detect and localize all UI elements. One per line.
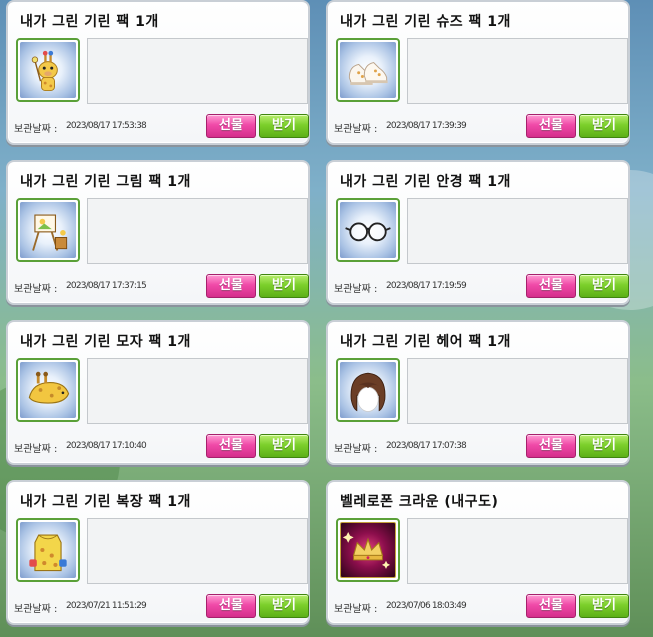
storage-date-value: 2023/08/17 17:19:59 xyxy=(386,281,467,291)
glasses-icon xyxy=(340,202,396,258)
storage-date-label: 보관날짜 : xyxy=(334,124,378,135)
storage-item-card: 내가 그린 기린 복장 팩 1개 보관날짜 : 2023/07/21 11:51… xyxy=(6,480,310,625)
storage-item-card: 내가 그린 기린 그림 팩 1개 보관날짜 : 2023/08/17 17:37… xyxy=(6,160,310,305)
easel-painting-icon xyxy=(20,202,76,258)
item-description-box xyxy=(407,198,628,264)
crown-icon xyxy=(340,522,396,578)
item-slot[interactable] xyxy=(16,518,80,582)
shoes-icon xyxy=(340,42,396,98)
storage-date-label: 보관날짜 : xyxy=(334,444,378,455)
storage-date-value: 2023/08/17 17:39:39 xyxy=(386,121,467,131)
item-description-box xyxy=(407,518,628,584)
receive-button[interactable]: 받기 xyxy=(259,434,309,458)
storage-item-card: 내가 그린 기린 팩 1개 보관날짜 : 2023/08/17 17:53:38… xyxy=(6,0,310,145)
giraffe-hat-icon xyxy=(20,362,76,418)
gift-button[interactable]: 선물 xyxy=(526,434,576,458)
item-slot[interactable] xyxy=(336,38,400,102)
item-title: 내가 그린 기린 모자 팩 1개 xyxy=(20,334,191,350)
gift-button[interactable]: 선물 xyxy=(526,274,576,298)
item-title: 내가 그린 기린 복장 팩 1개 xyxy=(20,494,191,510)
storage-date-value: 2023/08/17 17:10:40 xyxy=(66,441,147,451)
storage-item-card: 내가 그린 기린 헤어 팩 1개 보관날짜 : 2023/08/17 17:07… xyxy=(326,320,630,465)
item-description-box xyxy=(407,38,628,104)
gift-button[interactable]: 선물 xyxy=(206,594,256,618)
storage-date-label: 보관날짜 : xyxy=(14,284,58,295)
item-title: 내가 그린 기린 안경 팩 1개 xyxy=(340,174,511,190)
storage-date-label: 보관날짜 : xyxy=(14,604,58,615)
storage-date-label: 보관날짜 : xyxy=(14,124,58,135)
item-title: 내가 그린 기린 슈즈 팩 1개 xyxy=(340,14,511,30)
storage-date-label: 보관날짜 : xyxy=(334,604,378,615)
storage-date-value: 2023/07/21 11:51:29 xyxy=(66,601,147,611)
item-slot[interactable] xyxy=(336,518,400,582)
gift-button[interactable]: 선물 xyxy=(526,114,576,138)
brown-hair-icon xyxy=(340,362,396,418)
item-slot[interactable] xyxy=(16,38,80,102)
storage-date-label: 보관날짜 : xyxy=(334,284,378,295)
item-title: 내가 그린 기린 헤어 팩 1개 xyxy=(340,334,511,350)
item-slot[interactable] xyxy=(336,198,400,262)
item-title: 내가 그린 기린 팩 1개 xyxy=(20,14,159,30)
item-slot[interactable] xyxy=(16,358,80,422)
storage-item-card: 내가 그린 기린 슈즈 팩 1개 보관날짜 : 2023/08/17 17:39… xyxy=(326,0,630,145)
receive-button[interactable]: 받기 xyxy=(259,274,309,298)
item-description-box xyxy=(87,518,308,584)
storage-date-value: 2023/08/17 17:37:15 xyxy=(66,281,147,291)
storage-date-value: 2023/07/06 18:03:49 xyxy=(386,601,467,611)
gift-button[interactable]: 선물 xyxy=(206,434,256,458)
receive-button[interactable]: 받기 xyxy=(579,594,629,618)
gift-button[interactable]: 선물 xyxy=(206,274,256,298)
gift-button[interactable]: 선물 xyxy=(526,594,576,618)
storage-date-label: 보관날짜 : xyxy=(14,444,58,455)
receive-button[interactable]: 받기 xyxy=(579,274,629,298)
receive-button[interactable]: 받기 xyxy=(579,114,629,138)
receive-button[interactable]: 받기 xyxy=(259,114,309,138)
storage-item-card: 내가 그린 기린 안경 팩 1개 보관날짜 : 2023/08/17 17:19… xyxy=(326,160,630,305)
receive-button[interactable]: 받기 xyxy=(259,594,309,618)
item-description-box xyxy=(87,38,308,104)
item-title: 벨레로폰 크라운 (내구도) xyxy=(340,494,499,510)
storage-item-card: 벨레로폰 크라운 (내구도) 보관날짜 : 2023/07/06 18:03:4… xyxy=(326,480,630,625)
storage-item-card: 내가 그린 기린 모자 팩 1개 보관날짜 : 2023/08/17 17:10… xyxy=(6,320,310,465)
item-slot[interactable] xyxy=(336,358,400,422)
receive-button[interactable]: 받기 xyxy=(579,434,629,458)
giraffe-doll-icon xyxy=(20,42,76,98)
storage-date-value: 2023/08/17 17:53:38 xyxy=(66,121,147,131)
storage-date-value: 2023/08/17 17:07:38 xyxy=(386,441,467,451)
item-title: 내가 그린 기린 그림 팩 1개 xyxy=(20,174,191,190)
item-description-box xyxy=(87,358,308,424)
item-description-box xyxy=(87,198,308,264)
gift-button[interactable]: 선물 xyxy=(206,114,256,138)
item-slot[interactable] xyxy=(16,198,80,262)
item-description-box xyxy=(407,358,628,424)
giraffe-outfit-icon xyxy=(20,522,76,578)
